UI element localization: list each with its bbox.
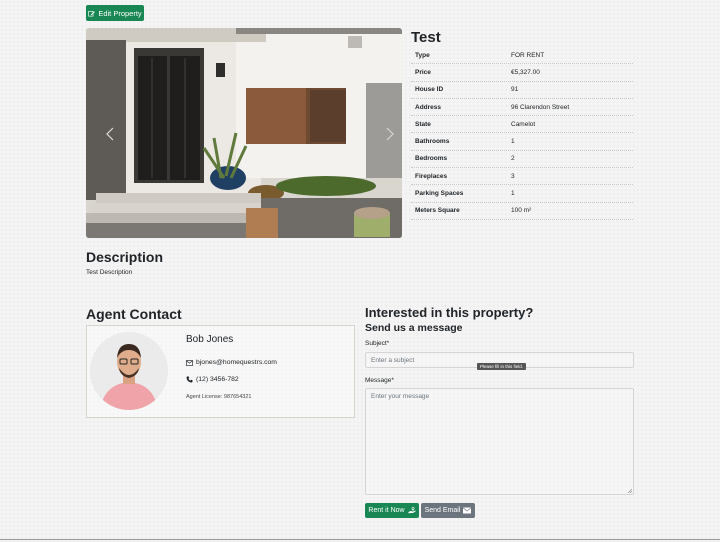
agent-email-text: bjones@homequestrs.com: [196, 359, 277, 366]
envelope-icon: [463, 507, 472, 514]
detail-label: House ID: [415, 86, 444, 94]
message-placeholder: Enter your message: [371, 393, 430, 400]
detail-value: 1: [511, 190, 515, 198]
house-photo: [86, 28, 402, 238]
subject-placeholder: Enter a subject: [371, 357, 415, 364]
detail-value: 3: [511, 172, 515, 180]
detail-value: Camelot: [511, 120, 536, 128]
resize-grip-icon[interactable]: [627, 488, 632, 493]
carousel-prev-button[interactable]: [102, 123, 118, 145]
detail-row-address: Address 96 Clarendon Street: [411, 99, 633, 117]
detail-label: Parking Spaces: [415, 190, 464, 198]
agent-avatar: [90, 332, 168, 410]
send-email-label: Send Email: [424, 507, 461, 514]
description-heading: Description: [86, 249, 164, 265]
detail-value: FOR RENT: [511, 51, 545, 59]
detail-row-fireplaces: Fireplaces 3: [411, 168, 633, 186]
carousel-next-button[interactable]: [382, 123, 398, 145]
detail-label: State: [415, 120, 431, 128]
rent-it-now-button[interactable]: Rent it Now: [365, 503, 419, 518]
detail-row-bathrooms: Bathrooms 1: [411, 133, 633, 151]
form-heading: Interested in this property?: [365, 305, 534, 320]
agent-card: Bob Jones bjones@homequestrs.com (12) 34…: [86, 325, 355, 418]
agent-license: Agent License: 987654321: [186, 394, 252, 400]
edit-property-label: Edit Property: [98, 8, 142, 18]
subject-label: Subject*: [365, 340, 390, 347]
agent-contact-heading: Agent Contact: [86, 306, 182, 322]
detail-row-price: Price €5,327.00: [411, 64, 633, 82]
agent-email-link[interactable]: bjones@homequestrs.com: [186, 359, 277, 366]
detail-value: 100 m²: [511, 207, 532, 215]
detail-row-parking: Parking Spaces 1: [411, 185, 633, 203]
property-image-carousel[interactable]: [86, 28, 402, 238]
detail-row-meters-square: Meters Square 100 m²: [411, 203, 633, 220]
detail-row-house-id: House ID 91: [411, 82, 633, 99]
detail-value: 1: [511, 138, 515, 146]
message-textarea[interactable]: Enter your message: [365, 388, 634, 495]
property-title: Test: [411, 29, 441, 46]
chevron-right-icon: [386, 127, 394, 141]
page-bottom-divider: [0, 539, 720, 540]
detail-label: Type: [415, 51, 430, 59]
detail-value: €5,327.00: [511, 68, 540, 76]
message-label: Message*: [365, 377, 394, 384]
detail-value: 91: [511, 86, 519, 94]
detail-label: Address: [415, 103, 442, 111]
detail-label: Price: [415, 68, 431, 76]
detail-label: Bedrooms: [415, 155, 448, 163]
property-details-table: Type FOR RENT Price €5,327.00 House ID 9…: [411, 47, 633, 220]
detail-value: 96 Clarendon Street: [511, 103, 570, 111]
validation-tooltip: Please fill in this field.: [477, 363, 527, 370]
send-email-button[interactable]: Send Email: [421, 503, 475, 518]
detail-row-bedrooms: Bedrooms 2: [411, 151, 633, 169]
detail-label: Bathrooms: [415, 138, 450, 146]
detail-value: 2: [511, 155, 515, 163]
phone-icon: [186, 376, 193, 383]
detail-label: Meters Square: [415, 207, 460, 215]
edit-property-button[interactable]: Edit Property: [86, 5, 144, 21]
agent-name: Bob Jones: [186, 334, 234, 345]
chevron-left-icon: [106, 127, 114, 141]
detail-label: Fireplaces: [415, 172, 448, 180]
detail-row-state: State Camelot: [411, 116, 633, 134]
detail-row-type: Type FOR RENT: [411, 47, 633, 65]
edit-icon: [88, 10, 96, 16]
agent-phone-text: (12) 3456-782: [196, 376, 239, 383]
agent-phone-link[interactable]: (12) 3456-782: [186, 376, 239, 383]
form-subheading: Send us a message: [365, 322, 463, 334]
rent-it-now-label: Rent it Now: [368, 507, 405, 514]
hand-holding-key-icon: [408, 507, 416, 514]
envelope-icon: [186, 359, 193, 366]
description-text: Test Description: [86, 269, 133, 276]
